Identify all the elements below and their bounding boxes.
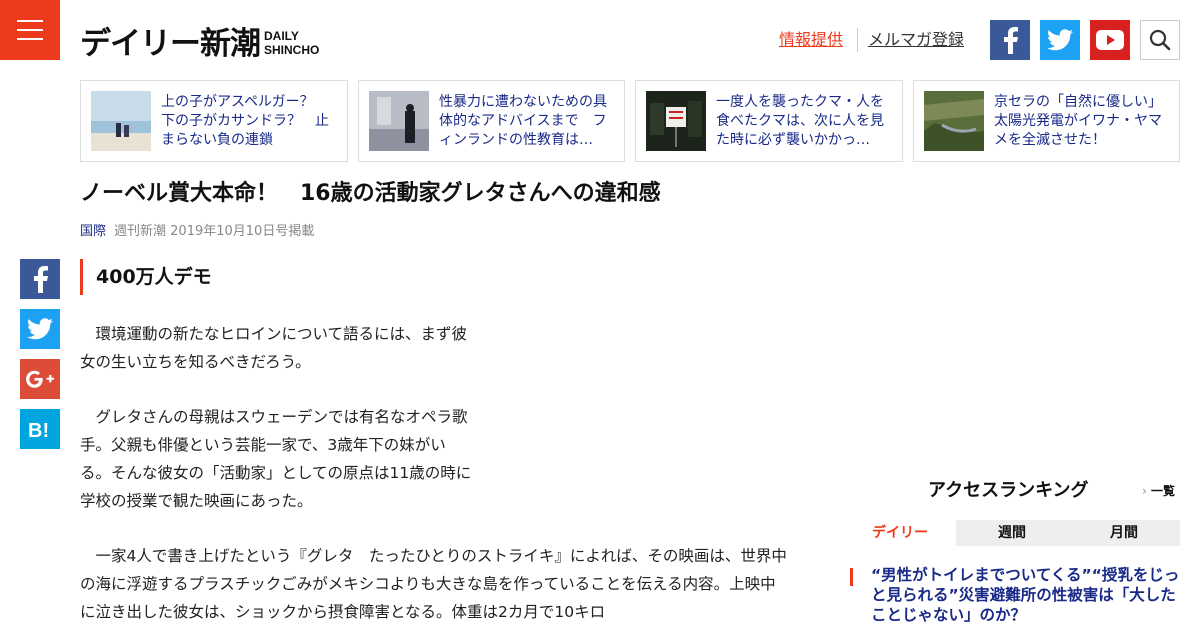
related-article-card[interactable]: 性暴力に遭わないための具体的なアドバイスまで フィンランドの性教育は…: [358, 80, 625, 162]
tab-monthly[interactable]: 月間: [1068, 520, 1180, 546]
twitter-icon: [27, 318, 53, 340]
category-link[interactable]: 国際: [80, 224, 106, 239]
tab-daily[interactable]: デイリー: [844, 520, 956, 546]
twitter-icon: [1047, 29, 1073, 51]
facebook-share-button[interactable]: [20, 259, 60, 299]
info-submission-link[interactable]: 情報提供: [779, 30, 843, 50]
related-article-card[interactable]: 上の子がアスペルガー？ 下の子がカサンドラ？ 止まらない負の連鎖: [80, 80, 348, 162]
related-article-card[interactable]: 京セラの「自然に優しい」太陽光発電がイワナ・ヤマメを全滅させた！: [913, 80, 1180, 162]
googleplus-share-button[interactable]: [20, 359, 60, 399]
facebook-icon: [1004, 27, 1018, 54]
related-article-card[interactable]: 一度人を襲ったクマ・人を食べたクマは、次に人を見た時に必ず襲いかかっ…: [635, 80, 903, 162]
related-article-thumbnail: [369, 91, 429, 151]
related-article-thumbnail: [924, 91, 984, 151]
twitter-share-button[interactable]: [20, 309, 60, 349]
tab-weekly[interactable]: 週間: [956, 520, 1068, 546]
logo-english: DAILY SHINCHO: [264, 29, 319, 57]
article-subheading: 400万人デモ: [80, 259, 212, 295]
chevron-right-icon: ›: [1142, 484, 1147, 498]
search-button[interactable]: [1140, 20, 1180, 60]
menu-line: [17, 20, 43, 22]
logo-english-line1: DAILY: [264, 29, 299, 43]
header-divider: [857, 28, 858, 52]
related-article-thumbnail: [646, 91, 706, 151]
facebook-header-button[interactable]: [990, 20, 1030, 60]
article-source: 週刊新潮 2019年10月10日号掲載: [114, 224, 315, 239]
googleplus-icon: [26, 370, 54, 388]
logo-english-line2: SHINCHO: [264, 43, 320, 57]
youtube-icon: [1096, 30, 1124, 50]
related-article-title: 京セラの「自然に優しい」太陽光発電がイワナ・ヤマメを全滅させた！: [994, 93, 1162, 148]
svg-text:B!: B!: [28, 420, 49, 440]
youtube-header-button[interactable]: [1090, 20, 1130, 60]
logo-japanese: デイリー新潮: [80, 26, 261, 62]
menu-line: [17, 29, 43, 31]
site-logo[interactable]: デイリー新潮 DAILY SHINCHO: [80, 18, 319, 60]
related-article-title: 一度人を襲ったクマ・人を食べたクマは、次に人を見た時に必ず襲いかかっ…: [716, 93, 884, 148]
search-icon: [1149, 29, 1171, 51]
article-paragraph: グレタさんの母親はスウェーデンでは有名なオペラ歌手。父親も俳優という芸能一家で、…: [80, 408, 472, 510]
related-article-title: 上の子がアスペルガー？ 下の子がカサンドラ？ 止まらない負の連鎖: [161, 93, 329, 148]
ranking-item[interactable]: “男性がトイレまでついてくる”“授乳をじっと見られる”災害避難所の性被害は「大し…: [850, 565, 1180, 625]
ranking-title: アクセスランキング: [928, 480, 1089, 501]
related-article-thumbnail: [91, 91, 151, 151]
ranking-tabs: デイリー 週間 月間: [844, 520, 1180, 546]
hatena-bookmark-icon: B!: [28, 420, 49, 440]
article-paragraph: 一家4人で書き上げたという『グレタ たったひとりのストライキ』によれば、その映画…: [80, 547, 787, 621]
ranking-view-all-link[interactable]: › 一覧: [1142, 482, 1175, 500]
facebook-icon: [34, 266, 48, 293]
article-paragraph: 環境運動の新たなヒロインについて語るには、まず彼女の生い立ちを知るべきだろう。: [80, 325, 468, 371]
article-meta: 国際 週刊新潮 2019年10月10日号掲載: [80, 223, 314, 241]
menu-line: [17, 38, 43, 40]
hamburger-menu-button[interactable]: [0, 0, 60, 60]
hatena-bookmark-button[interactable]: B!: [20, 409, 60, 449]
related-article-title: 性暴力に遭わないための具体的なアドバイスまで フィンランドの性教育は…: [439, 93, 607, 148]
ranking-view-all-label: 一覧: [1150, 484, 1175, 498]
ranking-marker: [850, 568, 853, 586]
ranking-item-title: “男性がトイレまでついてくる”“授乳をじっと見られる”災害避難所の性被害は「大し…: [871, 566, 1180, 624]
article-title: ノーベル賞大本命！ 16歳の活動家グレタさんへの違和感: [80, 181, 661, 206]
newsletter-signup-link[interactable]: メルマガ登録: [868, 30, 964, 50]
twitter-header-button[interactable]: [1040, 20, 1080, 60]
